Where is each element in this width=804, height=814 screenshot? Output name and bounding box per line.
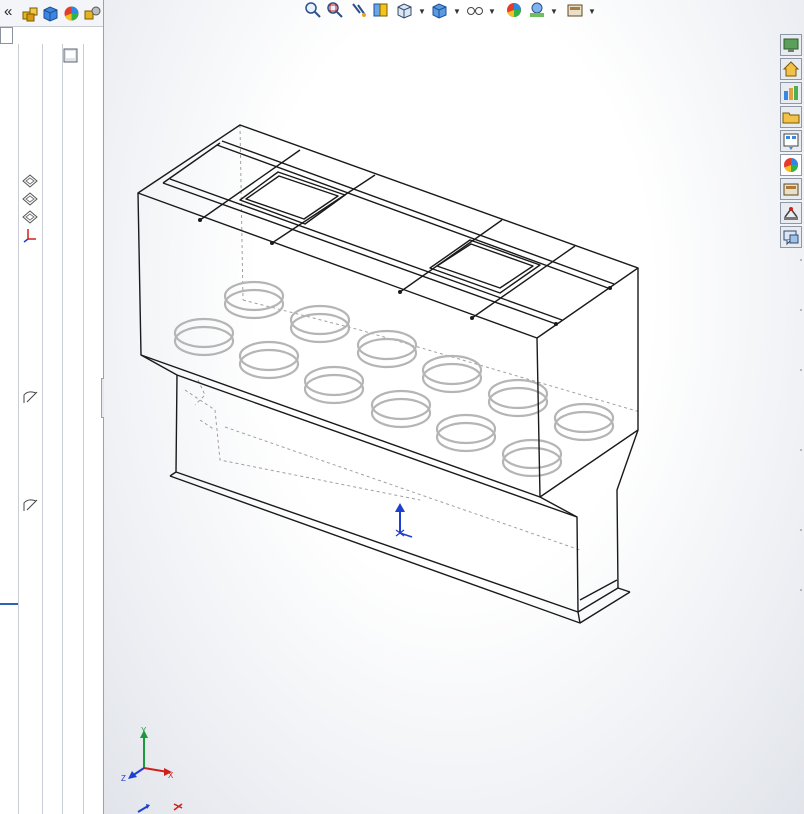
file-explorer-icon [782,112,800,124]
feature-manager-tabs: « [0,0,103,27]
collapse-panel-button[interactable]: « [4,2,12,22]
plane-icon[interactable] [22,210,38,224]
origin-icon[interactable] [22,227,38,243]
rollback-bar[interactable] [0,603,18,605]
display-pane-icon[interactable] [63,48,79,64]
toolbox-icon [784,207,798,220]
panel-scroll-indicator[interactable] [0,27,14,45]
model-view[interactable] [104,0,804,814]
home-button[interactable] [780,58,802,80]
solidworks-resources-icon [783,38,799,52]
forum-icon [783,230,799,246]
view-palette-icon [783,133,799,150]
part-icon[interactable] [42,5,59,22]
design-library-icon [784,86,798,100]
triad-z-label: Z [121,774,126,783]
sketch-icon[interactable] [22,496,40,514]
assembly-icon[interactable] [22,5,39,22]
appearances-button[interactable] [780,154,802,176]
sketch-icon[interactable] [22,388,40,406]
custom-properties-icon [783,183,799,196]
plane-icon[interactable] [22,192,38,206]
inlet-rings [173,280,615,478]
appearance-icon[interactable] [63,5,80,22]
graphics-area[interactable]: ▼ ▼ ▼ ▼ ▼ Y X Z [104,0,804,814]
assembly-config-icon[interactable] [84,5,101,22]
feature-manager-panel: « [0,0,104,814]
home-icon [782,61,800,77]
solidworks-resources-button[interactable] [780,34,802,56]
mini-triad [137,803,183,813]
custom-properties-button[interactable] [780,178,802,200]
file-explorer-button[interactable] [780,106,802,128]
plane-icon[interactable] [22,174,38,188]
reference-triad: Y X Z [121,726,174,783]
triad-y-label: Y [141,726,147,735]
forum-button[interactable] [780,226,802,248]
view-palette-button[interactable] [780,130,802,152]
appearances-icon [784,158,798,172]
origin-marker [395,503,413,538]
design-library-button[interactable] [780,82,802,104]
triad-x-label: X [168,771,174,780]
toolbox-button[interactable] [780,202,802,224]
task-pane-edge[interactable] [798,250,804,630]
visible-edges [137,124,639,624]
